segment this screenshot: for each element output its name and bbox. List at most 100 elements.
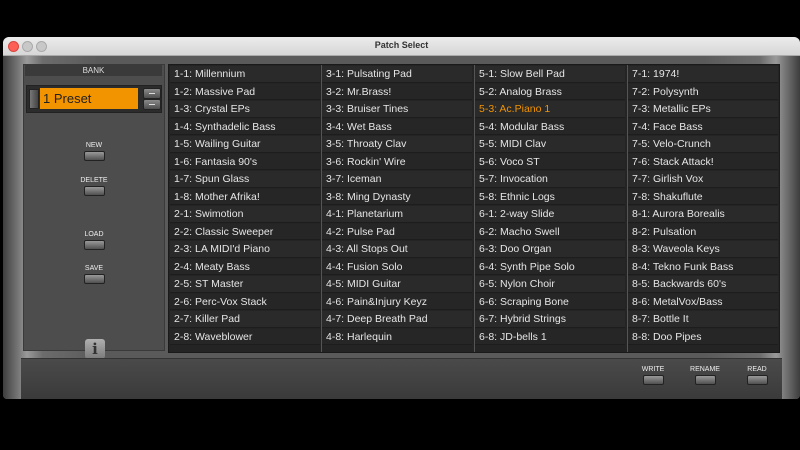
patch-item[interactable]: 8-2: Pulsation [628, 223, 778, 240]
patch-item[interactable]: 7-5: Velo-Crunch [628, 136, 778, 153]
window-body: BANK 1 Preset NEW DELETE LOAD SAVE i 1-1… [3, 56, 800, 399]
patch-item[interactable]: 4-5: MIDI Guitar [322, 276, 472, 293]
patch-item[interactable]: 6-6: Scraping Bone [475, 293, 625, 310]
load-label: LOAD [84, 231, 104, 238]
patch-item[interactable]: 1-5: Wailing Guitar [170, 136, 320, 153]
patch-item[interactable]: 6-8: JD-bells 1 [475, 328, 625, 345]
patch-item[interactable]: 8-8: Doo Pipes [628, 328, 778, 345]
preset-down-button[interactable] [143, 99, 161, 110]
patch-item[interactable]: 3-6: Rockin' Wire [322, 153, 472, 170]
read-group: READ [737, 365, 777, 385]
window-title: Patch Select [374, 40, 429, 50]
preset-slot-handle [29, 89, 39, 109]
load-button[interactable] [83, 240, 105, 250]
patch-select-window: Patch Select BANK 1 Preset NEW DELETE LO… [3, 37, 800, 399]
patch-item[interactable]: 3-7: Iceman [322, 171, 472, 188]
patch-item[interactable]: 6-1: 2-way Slide [475, 206, 625, 223]
patch-item[interactable]: 8-1: Aurora Borealis [628, 206, 778, 223]
preset-display: 1 Preset [26, 85, 162, 113]
delete-group: DELETE [24, 176, 164, 196]
new-group: NEW [24, 141, 164, 161]
read-button[interactable] [746, 375, 768, 385]
save-button[interactable] [83, 274, 105, 284]
patch-item[interactable]: 5-1: Slow Bell Pad [475, 66, 625, 83]
patch-column-3: 5-1: Slow Bell Pad 5-2: Analog Brass 5-3: … [475, 66, 626, 351]
patch-item[interactable]: 2-8: Waveblower [170, 328, 320, 345]
patch-item[interactable]: 7-8: Shakuflute [628, 188, 778, 205]
patch-item[interactable]: 4-6: Pain&Injury Keyz [322, 293, 472, 310]
patch-item[interactable]: 4-2: Pulse Pad [322, 223, 472, 240]
patch-item[interactable]: 1-2: Massive Pad [170, 83, 320, 100]
patch-item[interactable]: 7-2: Polysynth [628, 83, 778, 100]
write-label: WRITE [641, 366, 665, 373]
save-label: SAVE [84, 265, 104, 272]
patch-grid: 1-1: Millennium 1-2: Massive Pad 1-3: Crys… [168, 64, 780, 353]
patch-item[interactable]: 3-1: Pulsating Pad [322, 66, 472, 83]
patch-item[interactable]: 1-4: Synthadelic Bass [170, 118, 320, 135]
patch-item[interactable]: 5-5: MIDI Clav [475, 136, 625, 153]
delete-button[interactable] [83, 186, 105, 196]
patch-item[interactable]: 5-7: Invocation [475, 171, 625, 188]
patch-item[interactable]: 3-2: Mr.Brass! [322, 83, 472, 100]
patch-item[interactable]: 2-4: Meaty Bass [170, 258, 320, 275]
patch-item[interactable]: 1-1: Millennium [170, 66, 320, 83]
patch-column-1: 1-1: Millennium 1-2: Massive Pad 1-3: Crys… [170, 66, 321, 351]
info-icon[interactable]: i [85, 339, 105, 359]
new-button[interactable] [83, 151, 105, 161]
write-button[interactable] [642, 375, 664, 385]
patch-item[interactable]: 4-7: Deep Breath Pad [322, 311, 472, 328]
patch-item[interactable]: 5-2: Analog Brass [475, 83, 625, 100]
bottom-bar: WRITE RENAME READ [21, 358, 782, 399]
patch-item[interactable]: 1-7: Spun Glass [170, 171, 320, 188]
patch-item[interactable]: 7-6: Stack Attack! [628, 153, 778, 170]
patch-item[interactable]: 8-7: Bottle It [628, 311, 778, 328]
patch-item[interactable]: 2-2: Classic Sweeper [170, 223, 320, 240]
patch-item[interactable]: 5-6: Voco ST [475, 153, 625, 170]
patch-item[interactable]: 7-7: Girlish Vox [628, 171, 778, 188]
rename-label: RENAME [690, 366, 720, 373]
patch-item[interactable]: 2-7: Killer Pad [170, 311, 320, 328]
patch-item[interactable]: 7-4: Face Bass [628, 118, 778, 135]
write-group: WRITE [633, 365, 673, 385]
patch-item[interactable]: 1-8: Mother Afrika! [170, 188, 320, 205]
patch-item[interactable]: 7-3: Metallic EPs [628, 101, 778, 118]
patch-item[interactable]: 6-4: Synth Pipe Solo [475, 258, 625, 275]
patch-item[interactable]: 3-8: Ming Dynasty [322, 188, 472, 205]
patch-item[interactable]: 4-8: Harlequin [322, 328, 472, 345]
patch-item[interactable]: 8-5: Backwards 60's [628, 276, 778, 293]
patch-item[interactable]: 8-3: Waveola Keys [628, 241, 778, 258]
title-bar: Patch Select [3, 37, 800, 56]
patch-item[interactable]: 8-6: MetalVox/Bass [628, 293, 778, 310]
bank-panel: BANK 1 Preset NEW DELETE LOAD SAVE i [23, 64, 165, 359]
patch-column-4: 7-1: 1974! 7-2: Polysynth 7-3: Metallic EP… [628, 66, 779, 351]
patch-item[interactable]: 1-6: Fantasia 90's [170, 153, 320, 170]
patch-item[interactable]: 2-6: Perc-Vox Stack [170, 293, 320, 310]
patch-item[interactable]: 6-2: Macho Swell [475, 223, 625, 240]
patch-item[interactable]: 5-8: Ethnic Logs [475, 188, 625, 205]
preset-up-button[interactable] [143, 88, 161, 99]
delete-label: DELETE [80, 177, 108, 184]
patch-item[interactable]: 7-1: 1974! [628, 66, 778, 83]
patch-item[interactable]: 5-3: Ac.Piano 1 [475, 101, 625, 118]
patch-item[interactable]: 4-1: Planetarium [322, 206, 472, 223]
patch-item[interactable]: 6-5: Nylon Choir [475, 276, 625, 293]
patch-item[interactable]: 4-4: Fusion Solo [322, 258, 472, 275]
patch-item[interactable]: 4-3: All Stops Out [322, 241, 472, 258]
patch-item[interactable]: 5-4: Modular Bass [475, 118, 625, 135]
patch-item[interactable]: 2-3: LA MIDI'd Piano [170, 241, 320, 258]
read-label: READ [747, 366, 767, 373]
patch-item[interactable]: 3-3: Bruiser Tines [322, 101, 472, 118]
patch-item[interactable]: 6-7: Hybrid Strings [475, 311, 625, 328]
rename-button[interactable] [694, 375, 716, 385]
patch-column-2: 3-1: Pulsating Pad 3-2: Mr.Brass! 3-3: Bru… [322, 66, 473, 351]
preset-field[interactable]: 1 Preset [40, 88, 138, 109]
patch-item[interactable]: 8-4: Tekno Funk Bass [628, 258, 778, 275]
patch-item[interactable]: 2-5: ST Master [170, 276, 320, 293]
patch-item[interactable]: 3-5: Throaty Clav [322, 136, 472, 153]
new-label: NEW [85, 142, 103, 149]
patch-item[interactable]: 6-3: Doo Organ [475, 241, 625, 258]
patch-item[interactable]: 2-1: Swimotion [170, 206, 320, 223]
load-group: LOAD [24, 230, 164, 250]
patch-item[interactable]: 1-3: Crystal EPs [170, 101, 320, 118]
patch-item[interactable]: 3-4: Wet Bass [322, 118, 472, 135]
